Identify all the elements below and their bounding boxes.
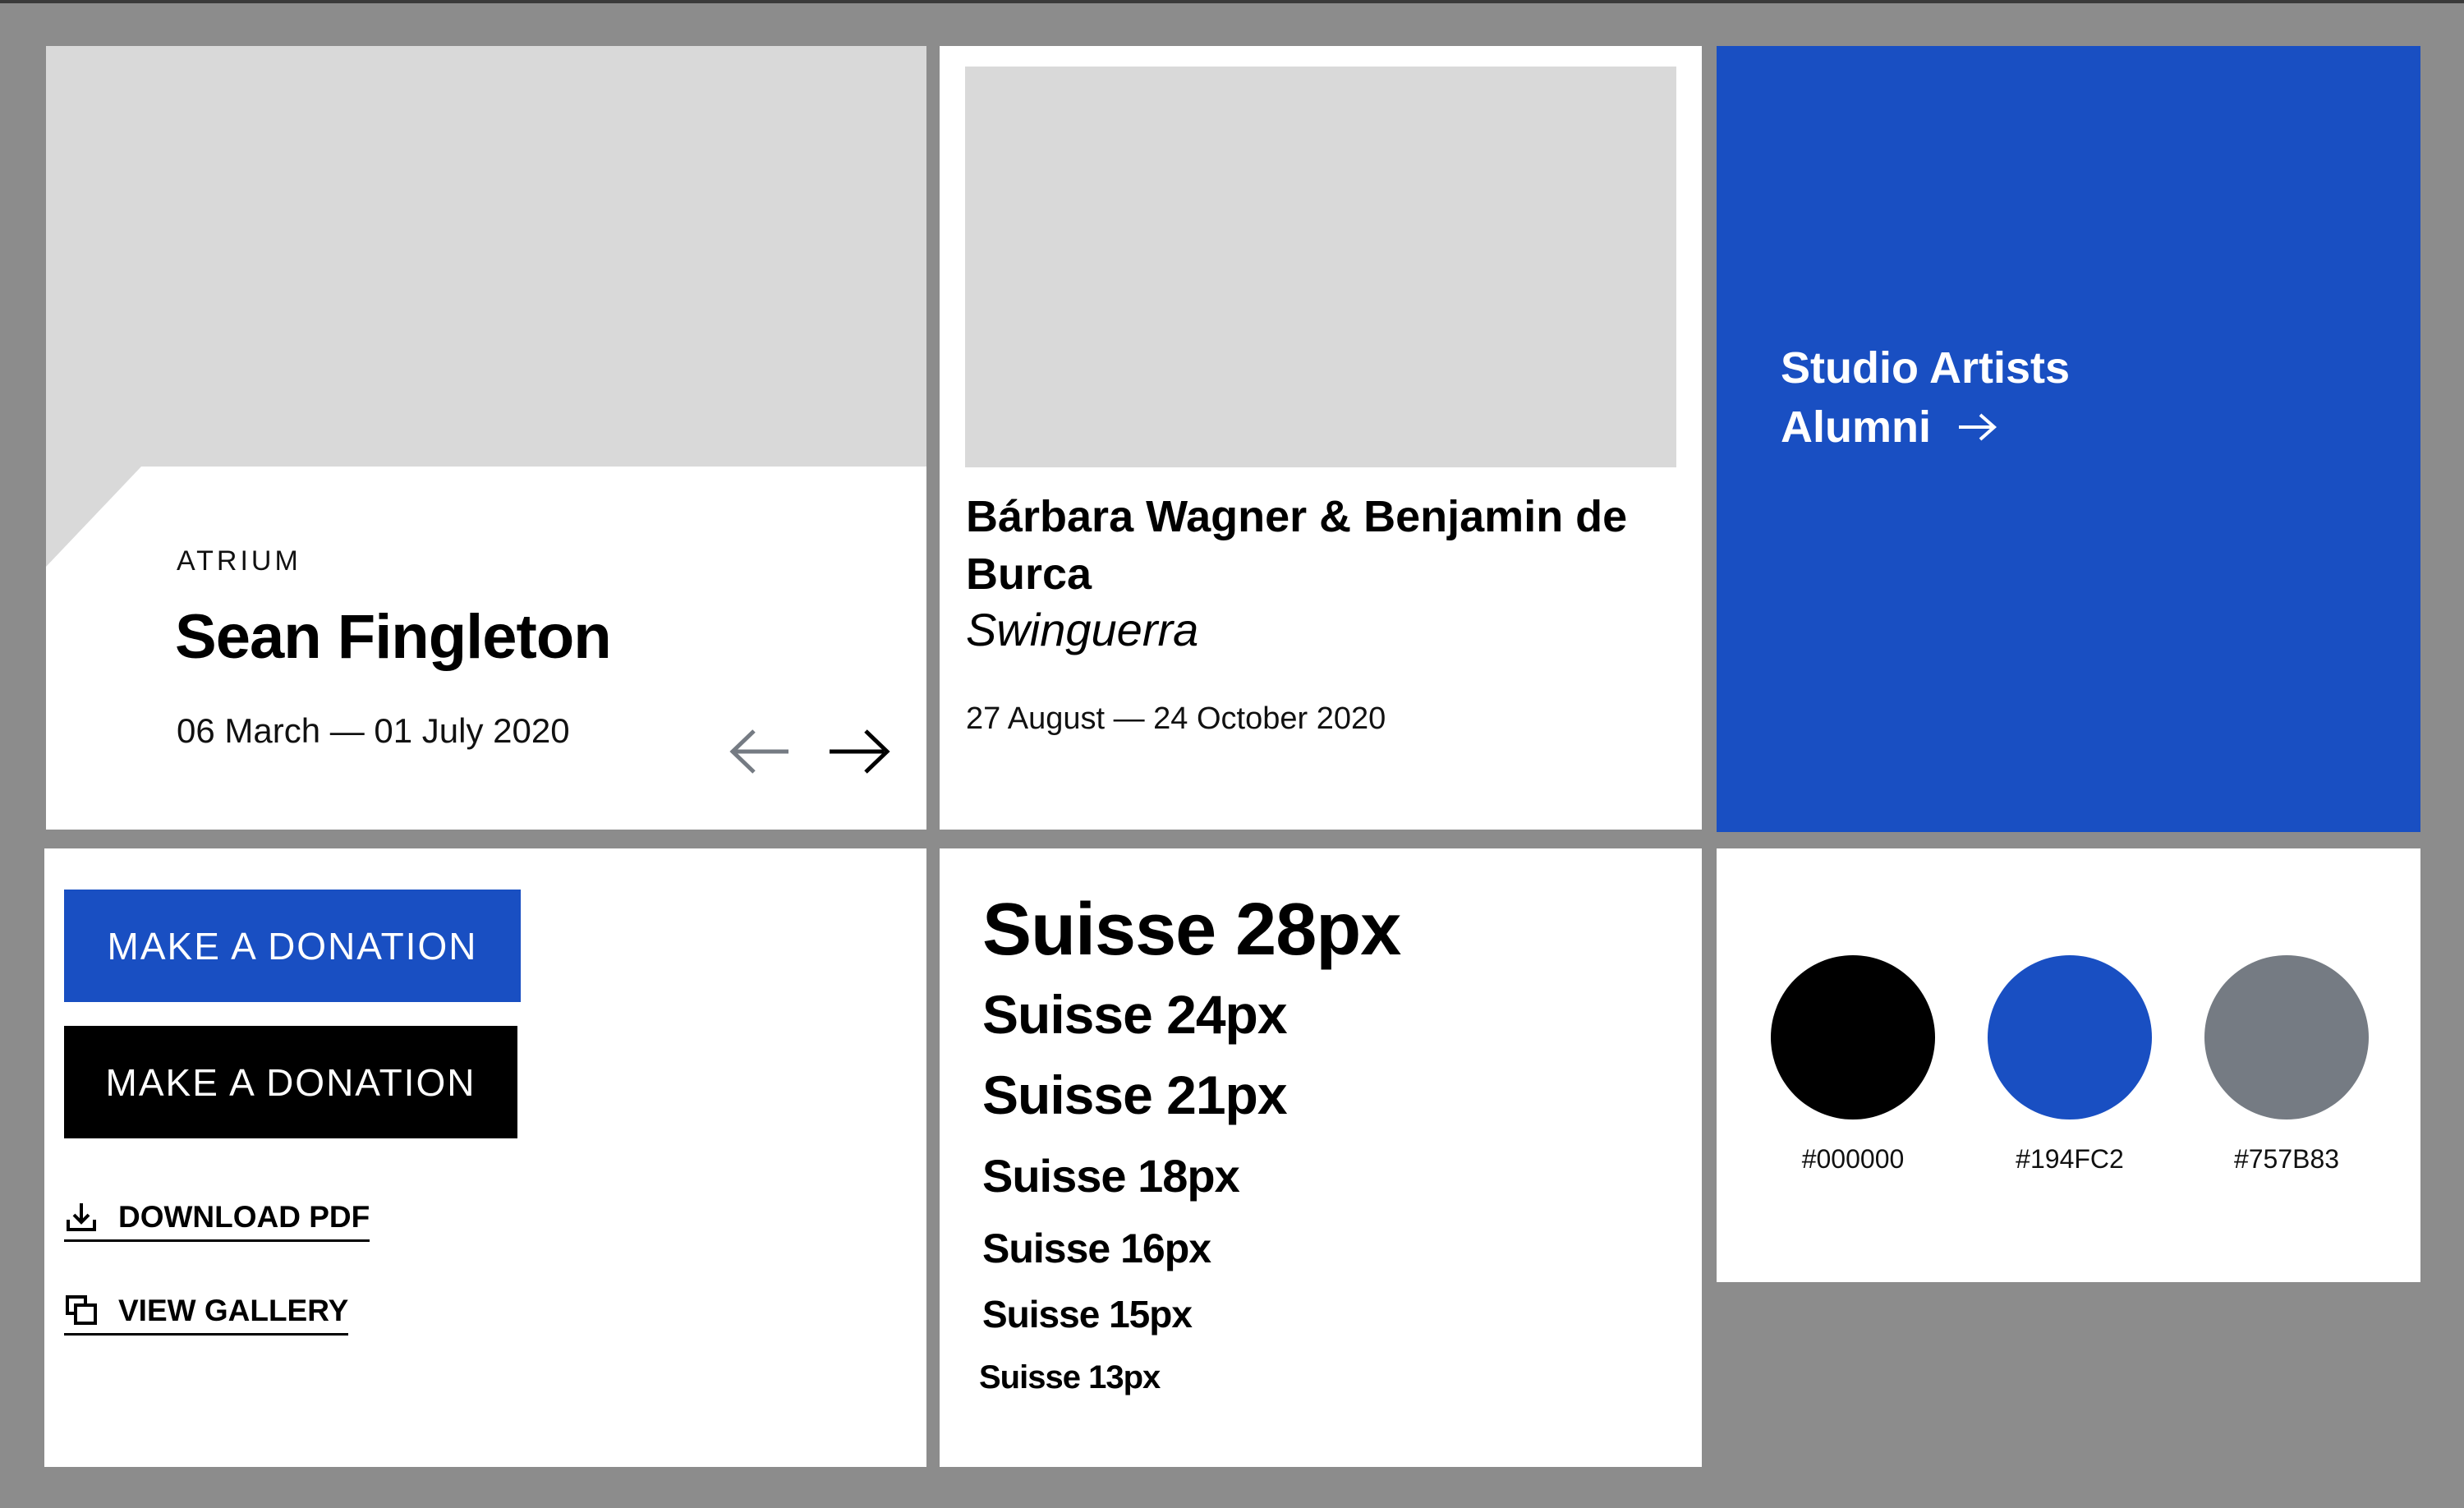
color-palette-card: #000000 #194FC2 #757B83 [1717, 848, 2420, 1282]
arrow-right-icon [830, 729, 890, 774]
color-label-blue: #194FC2 [2016, 1144, 2124, 1174]
type-sample-28: Suisse 28px [982, 889, 1401, 971]
exhibition-work-title: Swinguerra [966, 604, 1199, 655]
view-gallery-link[interactable]: VIEW GALLERY [64, 1294, 349, 1336]
promo-title-line1: Studio Artists [1781, 343, 2071, 393]
exhibition-location: ATRIUM [177, 545, 301, 577]
type-scale-card: Suisse 28px Suisse 24px Suisse 21px Suis… [940, 848, 1702, 1467]
color-swatch-gray [2204, 955, 2369, 1120]
exhibition-artist: Bárbara Wagner & Benjamin de Burca [966, 492, 1628, 599]
make-donation-button-primary[interactable]: MAKE A DONATION [64, 890, 521, 1002]
studio-artists-alumni-card[interactable]: Studio Artists Alumni [1717, 46, 2420, 832]
top-border [0, 0, 2464, 3]
arrow-left-icon [729, 729, 788, 774]
download-pdf-link[interactable]: DOWNLOAD PDF [64, 1200, 370, 1242]
download-icon [67, 1203, 96, 1231]
color-label-black: #000000 [1801, 1144, 1905, 1174]
gallery-icon [66, 1295, 97, 1325]
image-placeholder [965, 67, 1676, 467]
promo-title-line2: Alumni [1781, 402, 1931, 452]
type-sample-18: Suisse 18px [982, 1150, 1240, 1202]
make-donation-button-secondary[interactable]: MAKE A DONATION [64, 1026, 517, 1138]
alumni-link[interactable]: Alumni [1781, 398, 1998, 457]
type-sample-21: Suisse 21px [982, 1064, 1288, 1125]
image-placeholder [46, 46, 926, 467]
image-corner-wedge [46, 467, 141, 567]
color-swatch-blue [1988, 955, 2152, 1120]
color-swatch-black [1771, 955, 1935, 1120]
color-label-gray: #757B83 [2233, 1144, 2340, 1174]
type-sample-13: Suisse 13px [979, 1359, 1161, 1395]
carousel-prev-button[interactable] [726, 723, 795, 780]
exhibition-dates: 27 August — 24 October 2020 [966, 701, 1386, 736]
buttons-card: MAKE A DONATION MAKE A DONATION DOWNLOAD… [44, 848, 926, 1467]
view-gallery-label: VIEW GALLERY [118, 1294, 349, 1327]
type-sample-15: Suisse 15px [982, 1293, 1193, 1336]
arrow-right-icon [1959, 413, 1997, 441]
exhibition-card-atrium: ATRIUM Sean Fingleton 06 March — 01 July… [46, 46, 926, 830]
type-sample-24: Suisse 24px [982, 984, 1288, 1045]
exhibition-dates: 06 March — 01 July 2020 [177, 711, 570, 750]
exhibition-card-swinguerra[interactable]: Bárbara Wagner & Benjamin de Burca Swing… [940, 46, 1702, 830]
type-sample-16: Suisse 16px [982, 1225, 1211, 1271]
carousel-next-button[interactable] [825, 723, 894, 780]
exhibition-title: Sean Fingleton [175, 602, 612, 672]
download-pdf-label: DOWNLOAD PDF [118, 1200, 370, 1234]
